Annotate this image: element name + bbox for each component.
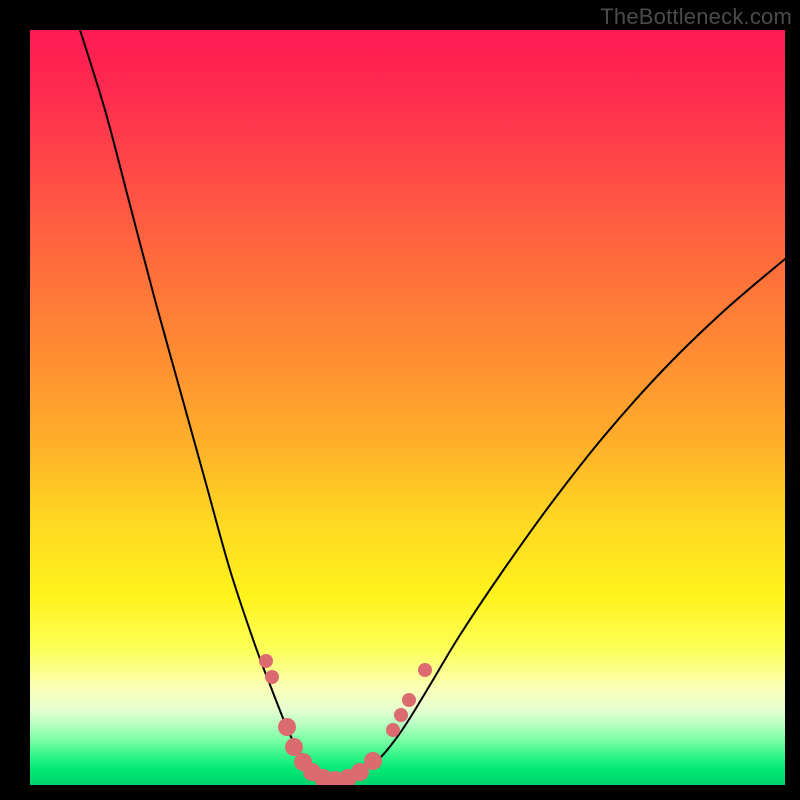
marker-dot [394,708,408,722]
curve-left-arm [80,30,335,779]
marker-dot [364,752,382,770]
plot-svg [30,30,785,785]
marker-dot [285,738,303,756]
marker-dot [265,670,279,684]
curve-markers [259,654,432,785]
bottleneck-curve [80,30,785,779]
marker-dot [418,663,432,677]
marker-dot [386,723,400,737]
marker-dot [402,693,416,707]
marker-dot [259,654,273,668]
plot-frame [30,30,785,785]
watermark-text: TheBottleneck.com [600,4,792,30]
marker-dot [278,718,296,736]
